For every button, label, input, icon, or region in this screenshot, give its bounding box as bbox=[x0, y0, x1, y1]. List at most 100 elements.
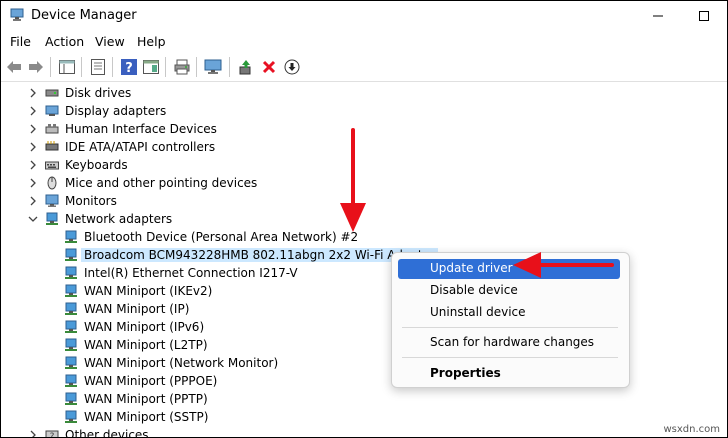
menu-help[interactable]: Help bbox=[137, 34, 166, 49]
other-devices-icon: ? bbox=[45, 430, 59, 437]
download-toolbar-button[interactable] bbox=[282, 57, 302, 77]
menu-file[interactable]: File bbox=[10, 34, 31, 49]
tree-item-label: Human Interface Devices bbox=[65, 122, 217, 136]
display-adapter-icon bbox=[45, 105, 59, 116]
network-adapter-icon bbox=[65, 320, 77, 333]
chevron-right-icon[interactable] bbox=[27, 159, 39, 171]
network-adapter-icon bbox=[65, 338, 77, 351]
tree-item-label: Monitors bbox=[65, 194, 117, 208]
update-driver-toolbar-button[interactable] bbox=[236, 57, 256, 77]
network-adapter-icon bbox=[65, 392, 77, 405]
tree-item-human-interface-devices[interactable]: Human Interface Devices bbox=[1, 120, 727, 138]
chevron-right-icon[interactable] bbox=[27, 105, 39, 117]
tree-item-label: Other devices bbox=[65, 428, 149, 437]
hid-icon bbox=[45, 124, 59, 134]
minimize-button[interactable] bbox=[635, 1, 681, 31]
show-hide-tree-icon bbox=[59, 60, 75, 74]
help-button[interactable]: ? bbox=[119, 57, 139, 77]
context-menu-separator bbox=[402, 327, 618, 328]
svg-text:?: ? bbox=[125, 61, 133, 75]
tree-item-disk-drives[interactable]: Disk drives bbox=[1, 84, 727, 102]
tree-item-ide-controllers[interactable]: IDE ATA/ATAPI controllers bbox=[1, 138, 727, 156]
network-device-label: WAN Miniport (PPPOE) bbox=[84, 374, 218, 388]
properties-icon bbox=[91, 59, 105, 75]
chevron-right-icon[interactable] bbox=[27, 195, 39, 207]
chevron-right-icon[interactable] bbox=[27, 177, 39, 189]
network-device-label: WAN Miniport (PPTP) bbox=[84, 392, 208, 406]
chevron-down-icon[interactable] bbox=[27, 213, 39, 225]
context-menu-scan-hardware[interactable]: Scan for hardware changes bbox=[398, 333, 620, 353]
network-device-item[interactable]: WAN Miniport (PPTP) bbox=[1, 390, 727, 408]
tree-item-keyboards[interactable]: Keyboards bbox=[1, 156, 727, 174]
network-device-item[interactable]: WAN Miniport (SSTP) bbox=[1, 408, 727, 426]
print-icon bbox=[174, 59, 190, 75]
watermark: wsxdn.com bbox=[663, 424, 720, 435]
uninstall-toolbar-button[interactable] bbox=[259, 57, 279, 77]
tree-item-network-adapters[interactable]: Network adapters bbox=[1, 210, 727, 228]
back-button[interactable] bbox=[4, 57, 24, 77]
device-context-menu: Update driver Disable device Uninstall d… bbox=[391, 252, 630, 388]
tree-item-label: Mice and other pointing devices bbox=[65, 176, 258, 190]
back-arrow-icon bbox=[7, 61, 21, 73]
forward-arrow-icon bbox=[29, 61, 43, 73]
action-pane-button[interactable] bbox=[141, 57, 161, 77]
scan-hardware-button[interactable] bbox=[203, 57, 223, 77]
network-device-label: WAN Miniport (Network Monitor) bbox=[84, 356, 279, 370]
network-adapter-icon bbox=[65, 248, 77, 261]
tree-item-label: Keyboards bbox=[65, 158, 128, 172]
monitor-icon bbox=[204, 59, 222, 74]
network-adapter-icon bbox=[65, 374, 77, 387]
tree-item-display-adapters[interactable]: Display adapters bbox=[1, 102, 727, 120]
tree-item-label: Network adapters bbox=[65, 212, 173, 226]
network-adapter-icon bbox=[65, 410, 77, 423]
chevron-right-icon[interactable] bbox=[27, 429, 39, 437]
network-adapter-icon bbox=[46, 212, 58, 225]
context-menu-uninstall-device[interactable]: Uninstall device bbox=[398, 303, 620, 323]
disk-drive-icon bbox=[45, 89, 59, 97]
uninstall-icon bbox=[262, 60, 276, 74]
context-menu-properties[interactable]: Properties bbox=[398, 364, 620, 384]
chevron-right-icon[interactable] bbox=[27, 141, 39, 153]
action-pane-icon bbox=[143, 60, 159, 74]
maximize-icon bbox=[699, 11, 709, 21]
help-icon: ? bbox=[121, 59, 137, 75]
menu-view[interactable]: View bbox=[95, 34, 125, 49]
tree-item-mice[interactable]: Mice and other pointing devices bbox=[1, 174, 727, 192]
update-driver-icon bbox=[239, 60, 251, 75]
network-device-label: WAN Miniport (IP) bbox=[84, 302, 190, 316]
mouse-icon bbox=[47, 176, 57, 190]
network-device-label: WAN Miniport (IPv6) bbox=[84, 320, 205, 334]
network-adapter-icon bbox=[65, 230, 77, 243]
tree-item-label: IDE ATA/ATAPI controllers bbox=[65, 140, 216, 154]
network-adapter-icon bbox=[65, 356, 77, 369]
svg-text:?: ? bbox=[50, 432, 55, 437]
maximize-button[interactable] bbox=[681, 1, 727, 31]
chevron-right-icon[interactable] bbox=[27, 87, 39, 99]
network-device-label: Bluetooth Device (Personal Area Network)… bbox=[84, 230, 359, 244]
network-device-item[interactable]: Bluetooth Device (Personal Area Network)… bbox=[1, 228, 727, 246]
menu-action[interactable]: Action bbox=[45, 34, 84, 49]
properties-button[interactable] bbox=[88, 57, 108, 77]
minimize-icon bbox=[653, 15, 663, 17]
network-device-label: Broadcom BCM943228HMB 802.11abgn 2x2 Wi-… bbox=[81, 248, 438, 262]
ide-controller-icon bbox=[45, 141, 59, 151]
device-manager-window: Device Manager File Action View Help ? D… bbox=[0, 0, 728, 438]
network-adapter-icon bbox=[65, 284, 77, 297]
tree-item-other-devices[interactable]: ? Other devices bbox=[1, 426, 727, 437]
download-icon bbox=[284, 59, 300, 75]
keyboard-icon bbox=[45, 161, 59, 170]
context-menu-disable-device[interactable]: Disable device bbox=[398, 281, 620, 301]
tree-item-label: Display adapters bbox=[65, 104, 167, 118]
network-device-label: Intel(R) Ethernet Connection I217-V bbox=[84, 266, 298, 280]
show-hide-tree-button[interactable] bbox=[57, 57, 77, 77]
device-manager-app-icon bbox=[10, 8, 24, 21]
monitor-icon bbox=[45, 194, 59, 207]
menu-bar: File Action View Help bbox=[1, 31, 727, 53]
print-button[interactable] bbox=[172, 57, 192, 77]
chevron-right-icon[interactable] bbox=[27, 123, 39, 135]
context-menu-update-driver[interactable]: Update driver bbox=[398, 259, 620, 279]
network-device-label: WAN Miniport (L2TP) bbox=[84, 338, 208, 352]
forward-button[interactable] bbox=[26, 57, 46, 77]
toolbar: ? bbox=[1, 53, 727, 82]
tree-item-monitors[interactable]: Monitors bbox=[1, 192, 727, 210]
